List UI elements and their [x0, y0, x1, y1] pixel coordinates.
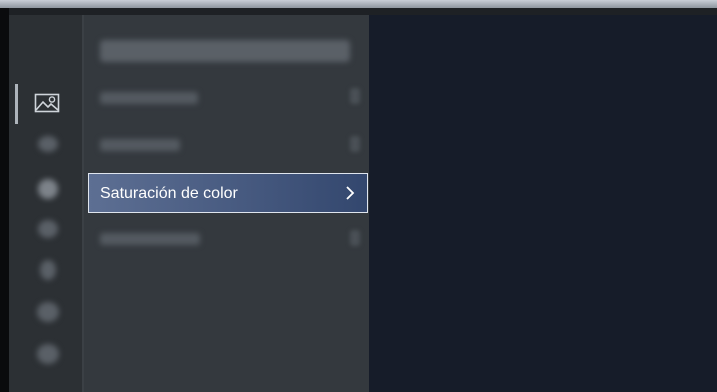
panel-title-blurred [100, 40, 350, 62]
support-icon[interactable] [37, 302, 59, 322]
menu-item-label: Saturación de color [100, 185, 238, 202]
network-icon[interactable] [40, 260, 56, 280]
top-bezel [0, 0, 717, 8]
settings-icon-rail [9, 15, 82, 392]
menu-item-blurred[interactable] [100, 233, 200, 245]
menu-item-blurred[interactable] [100, 92, 198, 104]
content-preview-area [369, 15, 717, 392]
chevron-right-icon [350, 136, 360, 152]
menu-item-blurred[interactable] [100, 139, 180, 151]
chevron-right-icon [350, 88, 360, 104]
menu-item-saturacion-de-color[interactable]: Saturación de color [88, 173, 368, 213]
chevron-right-icon [341, 182, 359, 204]
general-icon[interactable] [38, 220, 58, 238]
chevron-right-icon [350, 230, 360, 246]
connection-icon[interactable] [38, 179, 58, 199]
left-bezel [0, 8, 9, 392]
rail-active-indicator [15, 84, 18, 124]
picture-icon[interactable] [33, 92, 61, 114]
top-bar [0, 8, 717, 15]
accessibility-icon[interactable] [37, 344, 59, 364]
sound-icon[interactable] [38, 136, 58, 152]
tv-screen: Saturación de color [0, 0, 717, 392]
